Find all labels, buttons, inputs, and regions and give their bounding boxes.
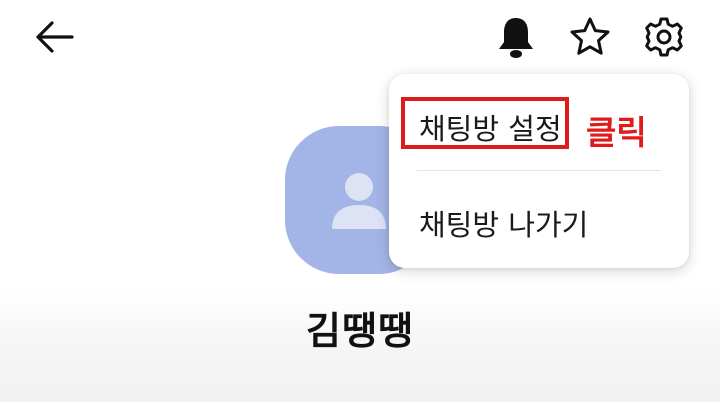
favorite-button[interactable] <box>564 12 616 62</box>
click-annotation-label: 클릭 <box>586 113 647 152</box>
menu-item-chatroom-settings[interactable]: 채팅방 설정 <box>419 106 562 148</box>
arrow-left-icon <box>36 21 74 53</box>
person-icon <box>332 173 386 229</box>
gear-icon <box>645 17 683 57</box>
notification-button[interactable] <box>490 12 542 62</box>
chat-profile-screen: 김땡땡 채팅방 설정 채팅방 나가기 클릭 <box>0 0 720 402</box>
back-button[interactable] <box>28 14 80 60</box>
profile-name: 김땡땡 <box>306 309 414 353</box>
menu-divider <box>417 170 661 171</box>
menu-item-leave-chatroom[interactable]: 채팅방 나가기 <box>419 202 588 244</box>
settings-dropdown-menu: 채팅방 설정 채팅방 나가기 <box>389 74 689 268</box>
settings-button[interactable] <box>638 12 690 62</box>
bell-icon <box>499 18 533 58</box>
star-outline-icon <box>570 17 610 55</box>
